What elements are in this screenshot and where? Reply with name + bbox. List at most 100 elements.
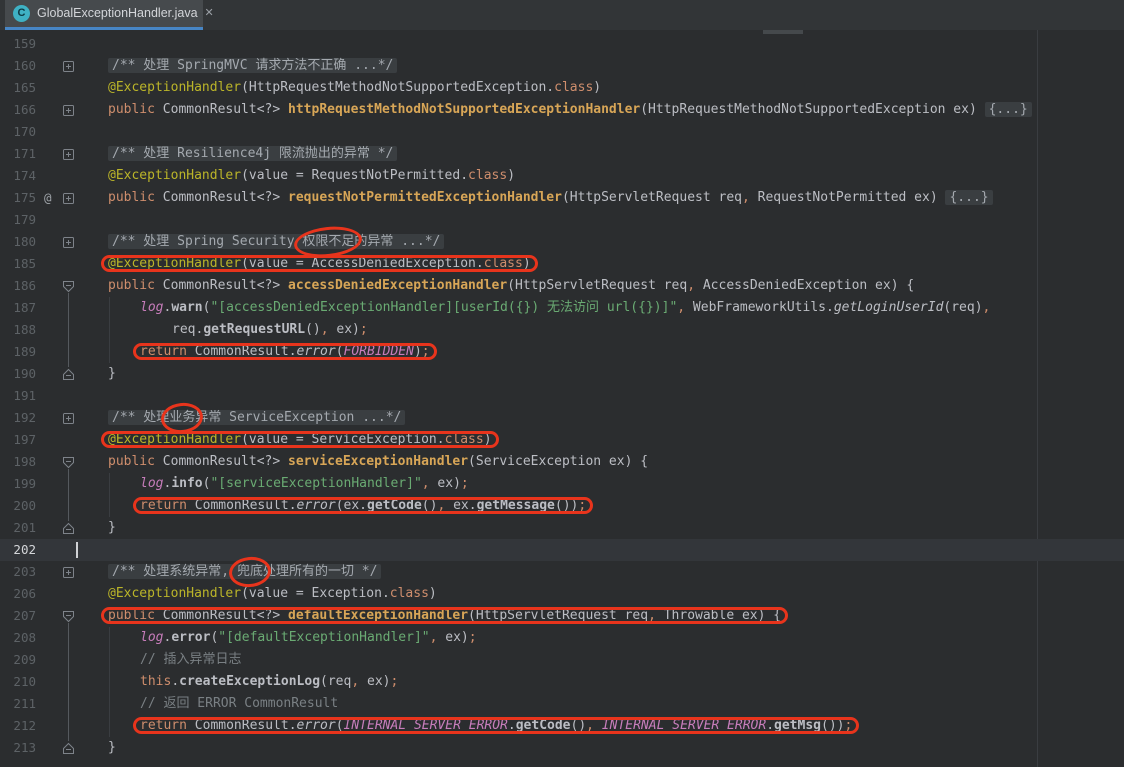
- line-number: 166: [6, 99, 36, 121]
- code-text: /** 处理 Resilience4j 限流抛出的异常 */: [108, 143, 397, 165]
- line-number: 188: [6, 319, 36, 341]
- code-line: 185 @ExceptionHandler(value = AccessDenie…: [0, 253, 1124, 275]
- line-number: 213: [6, 737, 36, 759]
- line-number: 187: [6, 297, 36, 319]
- code-line: 171 /** 处理 Resilience4j 限流抛出的异常 */: [0, 143, 1124, 165]
- folded-comment: /** 处理 Spring Security 权限不足的异常 ...*/: [108, 234, 444, 249]
- line-number: 206: [6, 583, 36, 605]
- code-line: 210 this.createExceptionLog(req, ex);: [0, 671, 1124, 693]
- code-text: /** 处理 Spring Security 权限不足的异常 ...*/: [108, 231, 444, 253]
- code-line: 160 /** 处理 SpringMVC 请求方法不正确 ...*/: [0, 55, 1124, 77]
- code-line: 186public CommonResult<?> accessDeniedEx…: [0, 275, 1124, 297]
- line-number: 203: [6, 561, 36, 583]
- fold-start-icon[interactable]: [62, 455, 75, 468]
- code-line: 197 @ExceptionHandler(value = ServiceExce…: [0, 429, 1124, 451]
- fold-expand-icon[interactable]: [62, 565, 75, 578]
- line-number: 198: [6, 451, 36, 473]
- line-number: 171: [6, 143, 36, 165]
- code-text: return CommonResult.error(FORBIDDEN);: [140, 341, 430, 363]
- code-text: // 插入异常日志: [140, 649, 241, 671]
- code-line: 199log.info("[serviceExceptionHandler]",…: [0, 473, 1124, 495]
- code-text: log.warn("[accessDeniedExceptionHandler]…: [140, 297, 990, 319]
- code-line: 170: [0, 121, 1124, 143]
- fold-expand-icon[interactable]: [62, 59, 75, 72]
- code-text: }: [108, 517, 116, 539]
- code-line: 179: [0, 209, 1124, 231]
- code-line: 190}: [0, 363, 1124, 385]
- code-text: public CommonResult<?> serviceExceptionH…: [108, 451, 648, 473]
- fold-start-icon[interactable]: [62, 609, 75, 622]
- indent-guide: [109, 297, 110, 363]
- fold-expand-icon[interactable]: [62, 191, 75, 204]
- code-line: 212return CommonResult.error(INTERNAL_SE…: [0, 715, 1124, 737]
- fold-region-line: [68, 469, 69, 521]
- code-text: this.createExceptionLog(req, ex);: [140, 671, 398, 693]
- fold-region-line: [68, 293, 69, 367]
- fold-end-icon[interactable]: [62, 367, 75, 380]
- annotation-box: @ExceptionHandler(value = AccessDeniedEx…: [108, 256, 531, 271]
- annotation-box: return CommonResult.error(FORBIDDEN);: [140, 344, 430, 359]
- fold-expand-icon[interactable]: [62, 103, 75, 116]
- tab-title: GlobalExceptionHandler.java: [37, 0, 198, 27]
- code-text: public CommonResult<?> accessDeniedExcep…: [108, 275, 914, 297]
- line-number: 210: [6, 671, 36, 693]
- line-number: 202: [6, 539, 36, 561]
- code-line: 209// 插入异常日志: [0, 649, 1124, 671]
- line-number: 208: [6, 627, 36, 649]
- code-text: @ExceptionHandler(value = ServiceExcepti…: [108, 429, 492, 451]
- code-text: @ExceptionHandler(value = AccessDeniedEx…: [108, 253, 531, 275]
- code-line: 206@ExceptionHandler(value = Exception.c…: [0, 583, 1124, 605]
- annotation-box: return CommonResult.error(INTERNAL_SERVE…: [140, 718, 852, 733]
- indent-guide: [109, 627, 110, 737]
- code-text: public CommonResult<?> defaultExceptionH…: [108, 605, 781, 627]
- annotation-box: @ExceptionHandler(value = ServiceExcepti…: [108, 432, 492, 447]
- fold-end-icon[interactable]: [62, 741, 75, 754]
- close-tab-icon[interactable]: ✕: [205, 0, 214, 27]
- line-number: 192: [6, 407, 36, 429]
- code-text: /** 处理 SpringMVC 请求方法不正确 ...*/: [108, 55, 397, 77]
- code-line: 207 public CommonResult<?> defaultExcepti…: [0, 605, 1124, 627]
- code-text: log.error("[defaultExceptionHandler]", e…: [140, 627, 477, 649]
- circled-text: 兜底: [237, 561, 263, 583]
- code-line: 201}: [0, 517, 1124, 539]
- editor-tab[interactable]: C GlobalExceptionHandler.java ✕: [5, 0, 203, 27]
- line-number: 159: [6, 33, 36, 55]
- annotation-box: return CommonResult.error(ex.getCode(), …: [140, 498, 586, 513]
- line-number: 197: [6, 429, 36, 451]
- code-line: 175@public CommonResult<?> requestNotPer…: [0, 187, 1124, 209]
- code-line: 166public CommonResult<?> httpRequestMet…: [0, 99, 1124, 121]
- code-line: 213}: [0, 737, 1124, 759]
- line-number: 180: [6, 231, 36, 253]
- fold-region-line: [68, 623, 69, 741]
- line-number: 185: [6, 253, 36, 275]
- code-line: 203 /** 处理系统异常, 兜底处理所有的一切 */: [0, 561, 1124, 583]
- folded-comment: /** 处理系统异常, 兜底处理所有的一切 */: [108, 564, 381, 579]
- code-text: /** 处理业务异常 ServiceException ...*/: [108, 407, 405, 429]
- code-line: 159: [0, 33, 1124, 55]
- code-line: 174@ExceptionHandler(value = RequestNotP…: [0, 165, 1124, 187]
- tab-bar: C GlobalExceptionHandler.java ✕: [0, 0, 1124, 30]
- class-icon: C: [13, 5, 30, 22]
- line-number: 160: [6, 55, 36, 77]
- line-number: 191: [6, 385, 36, 407]
- fold-expand-icon[interactable]: [62, 147, 75, 160]
- folded-comment: /** 处理 SpringMVC 请求方法不正确 ...*/: [108, 58, 397, 73]
- line-number: 190: [6, 363, 36, 385]
- folded-comment: /** 处理 Resilience4j 限流抛出的异常 */: [108, 146, 397, 161]
- annotation-box: public CommonResult<?> defaultExceptionH…: [108, 608, 781, 623]
- code-editor[interactable]: 159160 /** 处理 SpringMVC 请求方法不正确 ...*/ 165@…: [0, 30, 1124, 767]
- fold-expand-icon[interactable]: [62, 235, 75, 248]
- code-line: 200return CommonResult.error(ex.getCode(…: [0, 495, 1124, 517]
- code-line: 165@ExceptionHandler(HttpRequestMethodNo…: [0, 77, 1124, 99]
- line-number: 207: [6, 605, 36, 627]
- code-text: // 返回 ERROR CommonResult: [140, 693, 338, 715]
- code-line: 191: [0, 385, 1124, 407]
- line-number: 179: [6, 209, 36, 231]
- fold-start-icon[interactable]: [62, 279, 75, 292]
- fold-expand-icon[interactable]: [62, 411, 75, 424]
- code-text: req.getRequestURL(), ex);: [172, 319, 368, 341]
- folded-comment: /** 处理业务异常 ServiceException ...*/: [108, 410, 405, 425]
- code-text: }: [108, 363, 116, 385]
- line-number: 174: [6, 165, 36, 187]
- fold-end-icon[interactable]: [62, 521, 75, 534]
